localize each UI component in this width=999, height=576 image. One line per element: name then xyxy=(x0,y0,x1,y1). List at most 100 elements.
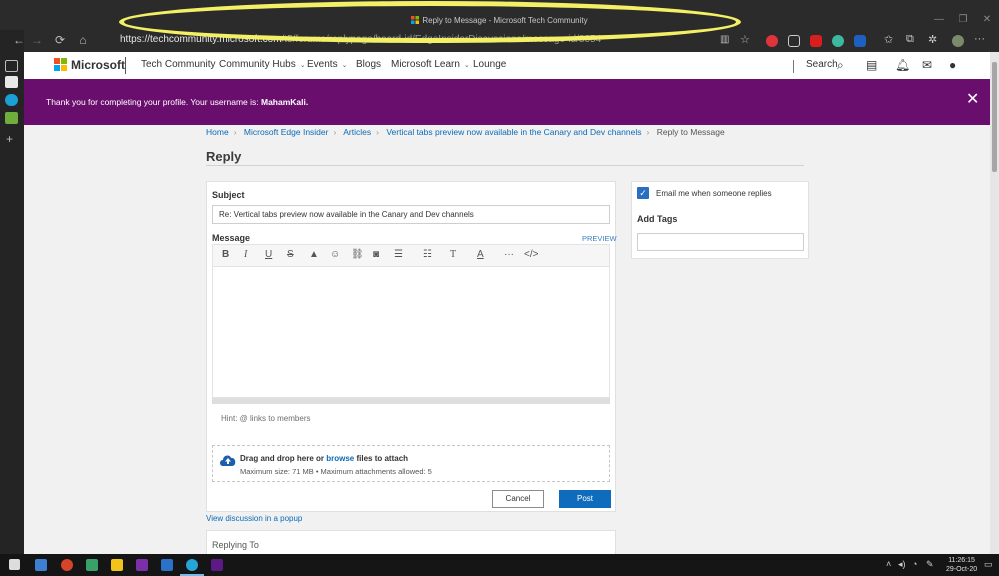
nav-community-hubs[interactable]: Community Hubs ⌄ xyxy=(219,59,306,70)
banner-message: Thank you for completing your profile. Y… xyxy=(46,97,309,107)
italic-icon[interactable]: I xyxy=(244,249,247,260)
breadcrumb-edge-insider[interactable]: Microsoft Edge Insider xyxy=(244,127,329,137)
user-avatar-icon[interactable]: ● xyxy=(949,58,956,72)
bold-icon[interactable]: B xyxy=(222,249,229,260)
window-title-bar[interactable]: Reply to Message - Microsoft Tech Commun… xyxy=(0,0,999,30)
emoji-icon[interactable]: ☺ xyxy=(330,249,340,260)
reading-view-icon[interactable]: ▥ xyxy=(720,34,729,45)
refresh-icon[interactable]: ⟳ xyxy=(49,33,71,47)
browser-toolbar: ← → ⟳ ⌂ https://techcommunity.microsoft.… xyxy=(13,30,999,52)
nav-blogs[interactable]: Blogs xyxy=(356,59,381,70)
tags-input[interactable] xyxy=(637,233,804,251)
extension-shield-icon[interactable] xyxy=(788,35,800,47)
chevron-down-icon: ⌄ xyxy=(299,62,306,69)
minimize-button[interactable]: — xyxy=(927,14,951,25)
home-icon[interactable]: ⌂ xyxy=(72,33,94,47)
nav-lounge[interactable]: Lounge xyxy=(473,59,506,70)
strikethrough-icon[interactable]: S xyxy=(287,249,294,260)
warning-icon[interactable]: ▲ xyxy=(309,249,319,260)
document-icon[interactable]: ▤ xyxy=(866,58,877,72)
cancel-button[interactable]: Cancel xyxy=(492,490,544,508)
volume-icon[interactable]: ◂) xyxy=(898,559,906,570)
post-button[interactable]: Post xyxy=(559,490,611,508)
nav-events[interactable]: Events ⌄ xyxy=(307,59,347,70)
bullet-list-icon[interactable]: ☷ xyxy=(423,249,432,260)
forward-arrow-icon[interactable]: → xyxy=(26,33,48,47)
browse-link[interactable]: browse xyxy=(326,454,354,463)
microsoft-logo-icon[interactable] xyxy=(54,58,67,71)
address-bar[interactable]: https://techcommunity.microsoft.com/t5/f… xyxy=(120,34,601,45)
extension-blue-icon[interactable] xyxy=(854,35,866,47)
microsoft-brand[interactable]: Microsoft xyxy=(71,58,125,72)
editor-resize-bar[interactable] xyxy=(212,398,610,404)
favorite-star-icon[interactable]: ☆ xyxy=(740,33,750,46)
header-divider xyxy=(793,60,794,73)
message-editor[interactable] xyxy=(212,267,610,398)
message-label: Message xyxy=(212,233,251,243)
close-icon[interactable]: ✕ xyxy=(966,89,979,109)
collections-icon[interactable]: ⧉ xyxy=(906,33,914,46)
font-color-icon[interactable]: A xyxy=(477,249,484,260)
system-clock[interactable]: 11:26:15 29-Oct-20 xyxy=(946,556,977,574)
taskbar-app-icon[interactable] xyxy=(161,559,173,571)
profile-avatar-icon[interactable] xyxy=(952,35,964,47)
tab-favicon-icon[interactable] xyxy=(5,76,18,88)
text-style-icon[interactable]: T xyxy=(450,249,456,260)
email-notify-checkbox[interactable]: ✓ xyxy=(637,187,649,199)
upload-cloud-icon xyxy=(220,455,236,466)
taskbar-app-icon[interactable] xyxy=(35,559,47,571)
onenote-icon[interactable] xyxy=(136,559,148,571)
bell-icon[interactable]: 🔔︎ xyxy=(895,58,910,72)
network-icon[interactable]: ◔ xyxy=(912,559,917,569)
camera-icon[interactable]: ◙ xyxy=(373,249,379,260)
breadcrumb-home[interactable]: Home xyxy=(206,127,229,137)
header-divider xyxy=(125,57,126,74)
replying-to-panel: Replying To xyxy=(206,530,616,554)
site-header: Microsoft Tech Community Community Hubs ⌄… xyxy=(24,52,990,79)
extension-youtube-icon[interactable] xyxy=(810,35,822,47)
taskbar-app-icon[interactable] xyxy=(211,559,223,571)
start-windows-icon[interactable] xyxy=(9,559,20,570)
nav-tech-community[interactable]: Tech Community xyxy=(141,59,215,70)
extension-green-icon[interactable] xyxy=(832,35,844,47)
editor-hint: Hint: @ links to members xyxy=(221,414,311,423)
edge-browser-icon[interactable] xyxy=(186,559,198,571)
page-scrollbar[interactable] xyxy=(990,52,999,554)
scrollbar-thumb[interactable] xyxy=(992,62,997,172)
underline-icon[interactable]: U xyxy=(265,249,272,260)
notifications-icon[interactable]: ▭ xyxy=(984,559,993,570)
maximize-button[interactable]: ❐ xyxy=(951,14,975,25)
search-label[interactable]: Search xyxy=(806,59,838,70)
taskbar-app-icon[interactable] xyxy=(61,559,73,571)
numbered-list-icon[interactable]: ☰ xyxy=(394,249,403,260)
tab-microsoft-icon[interactable] xyxy=(5,112,18,124)
profile-banner: Thank you for completing your profile. Y… xyxy=(24,79,990,125)
pen-icon[interactable]: ✎ xyxy=(926,559,934,570)
more-options-icon[interactable]: ··· xyxy=(504,249,514,260)
taskbar-app-icon[interactable] xyxy=(86,559,98,571)
file-explorer-icon[interactable] xyxy=(111,559,123,571)
subject-input[interactable]: Re: Vertical tabs preview now available … xyxy=(212,205,610,224)
new-tab-plus-icon[interactable]: + xyxy=(6,132,13,146)
extension-red-icon[interactable] xyxy=(766,35,778,47)
code-icon[interactable]: </> xyxy=(524,249,538,260)
settings-icon[interactable]: ✲ xyxy=(928,33,937,46)
email-notify-label[interactable]: Email me when someone replies xyxy=(656,189,772,198)
attachment-dropzone[interactable]: Drag and drop here or browse files to at… xyxy=(212,445,610,482)
preview-link[interactable]: PREVIEW xyxy=(582,234,617,243)
breadcrumb-article[interactable]: Vertical tabs preview now available in t… xyxy=(386,127,641,137)
microsoft-favicon-icon xyxy=(411,16,420,24)
more-menu-icon[interactable]: ··· xyxy=(974,33,985,45)
link-icon[interactable]: ⛓ xyxy=(351,249,364,260)
favorites-icon[interactable]: ✩ xyxy=(884,33,893,46)
breadcrumb-articles[interactable]: Articles xyxy=(343,127,371,137)
tray-chevron-icon[interactable]: ˄ xyxy=(886,559,891,569)
mail-icon[interactable]: ✉ xyxy=(922,58,932,72)
tab-edge-icon[interactable] xyxy=(5,94,18,106)
tab-actions-icon[interactable] xyxy=(5,60,18,72)
view-popup-link[interactable]: View discussion in a popup xyxy=(206,514,302,523)
search-icon[interactable]: ⌕ xyxy=(837,58,844,73)
close-window-button[interactable]: ✕ xyxy=(975,14,999,25)
page-title: Reply xyxy=(206,149,242,164)
nav-microsoft-learn[interactable]: Microsoft Learn ⌄ xyxy=(391,59,470,70)
